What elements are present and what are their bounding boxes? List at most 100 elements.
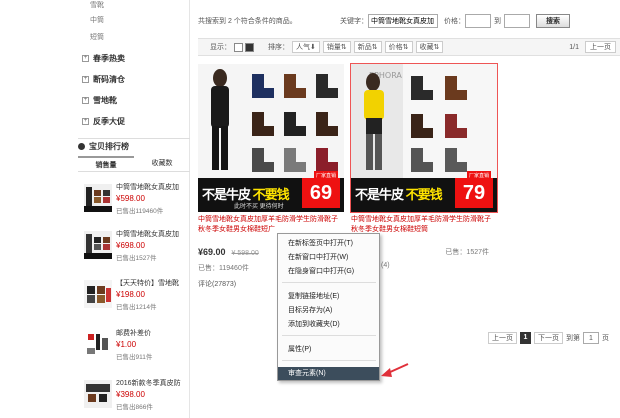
rank-item[interactable]: 【天天特价】雪地靴 ¥198.00 已售出1214件: [84, 276, 190, 320]
list-view-icon[interactable]: [234, 42, 243, 52]
product-image[interactable]: 不是牛皮 不要钱 此时不买 更待何时 厂家直销 69: [198, 64, 344, 212]
product-image[interactable]: EPHORA 不是牛皮 不要钱 厂家直销 79: [350, 63, 498, 213]
category-spring-sale[interactable]: + 春季热卖: [82, 53, 125, 64]
banner-text-a: 不是牛皮: [355, 187, 404, 202]
sort-arrows-icon: ⇅: [433, 44, 440, 51]
sort-popularity-button[interactable]: 人气⬇: [292, 41, 320, 53]
rank-item[interactable]: 2016新款冬季真皮防 ¥398.00 已售出866件: [84, 376, 190, 418]
menu-separator: [282, 335, 376, 336]
sort-favorites-button[interactable]: 收藏⇅: [415, 41, 444, 53]
banner-text: 不是牛皮 不要钱: [355, 184, 443, 203]
result-summary: 共搜索到 2 个符合条件的商品。: [198, 18, 297, 25]
keyword-label: 关键字：: [340, 18, 368, 25]
rank-item[interactable]: 中筒雪地靴女真皮加 ¥598.00 已售出119460件: [84, 180, 190, 224]
product-thumbnail[interactable]: [84, 280, 112, 308]
banner-text-a: 不是牛皮: [202, 187, 251, 202]
banner-text-b: 不要钱: [405, 187, 443, 202]
sort-new-button[interactable]: 新品⇅: [353, 41, 382, 53]
category-clearance[interactable]: + 断码清仓: [82, 74, 125, 85]
original-price: ¥ 598.00: [231, 250, 259, 257]
menu-add-favorite[interactable]: 添加到收藏夹(D): [278, 318, 379, 331]
product-title[interactable]: 中筒雪地靴女真皮加厚羊毛防滑学生防滑靴子秋冬季女鞋男女棉鞋短广: [198, 215, 344, 235]
menu-save-target[interactable]: 目标另存为(A): [278, 304, 379, 317]
menu-properties[interactable]: 属性(P): [278, 343, 379, 356]
expand-icon[interactable]: +: [82, 118, 89, 125]
prev-page-button[interactable]: 上一页: [488, 332, 517, 344]
price-max-input[interactable]: [504, 14, 530, 28]
sort-sales-button[interactable]: 销量⇅: [322, 41, 351, 53]
display-label: 显示：: [210, 44, 231, 51]
search-button[interactable]: 搜索: [536, 14, 570, 28]
sort-price-button[interactable]: 价格⇅: [384, 41, 413, 53]
menu-separator: [282, 282, 376, 283]
rank-item-name[interactable]: 【天天特价】雪地靴: [116, 278, 190, 288]
rank-item-name[interactable]: 中筒雪地靴女真皮加: [116, 182, 190, 192]
tab-sales[interactable]: 销售量: [78, 156, 134, 171]
sort-label: 排序：: [268, 44, 289, 51]
sidebar-subitem-3[interactable]: 短筒: [90, 32, 104, 42]
category-label: 反季大促: [93, 117, 125, 126]
sort-bar: 显示： 排序： 人气⬇ 销量⇅ 新品⇅ 价格⇅ 收藏⇅ 1/1 上一页: [198, 38, 620, 56]
price-min-input[interactable]: [465, 14, 491, 28]
rank-item[interactable]: 邮费补差价 ¥1.00 已售出911件: [84, 326, 190, 370]
category-snow-boots[interactable]: + 雪地靴: [82, 95, 117, 106]
left-sidebar: 雪靴 中筒 短筒 + 春季热卖 + 断码清仓 + 雪地靴 + 反季大促 宝贝排行…: [0, 0, 190, 418]
product-thumbnail[interactable]: [84, 231, 112, 259]
product-title[interactable]: 中筒雪地靴女真皮加厚羊毛防滑学生防滑靴子秋冬季女鞋男女棉鞋短筒: [351, 215, 497, 235]
prev-page-button[interactable]: 上一页: [585, 41, 616, 53]
category-label: 雪地靴: [93, 96, 117, 105]
sort-favorites-label: 收藏: [419, 44, 434, 51]
rank-item[interactable]: 中筒雪地靴女真皮加 ¥698.00 已售出1527件: [84, 227, 190, 271]
rank-tabs: 销售量 收藏数: [78, 156, 190, 172]
menu-copy-link[interactable]: 复制链接地址(E): [278, 290, 379, 303]
product-photo: [198, 64, 344, 178]
sort-arrows-icon: ⇅: [402, 44, 409, 51]
rank-item-name[interactable]: 2016新款冬季真皮防: [116, 378, 190, 388]
expand-icon[interactable]: +: [82, 76, 89, 83]
menu-open-new-tab[interactable]: 在新标签页中打开(T): [278, 237, 379, 250]
tab-favorites[interactable]: 收藏数: [134, 156, 190, 171]
next-page-button[interactable]: 下一页: [534, 332, 563, 344]
keyword-input[interactable]: 中筒雪地靴女真皮加: [368, 14, 438, 28]
menu-open-incognito[interactable]: 在隐身窗口中打开(G): [278, 265, 379, 278]
product-thumbnail[interactable]: [84, 380, 112, 408]
banner-subtext: 此时不买 更待何时: [234, 204, 284, 210]
sort-arrows-icon: ⇅: [340, 44, 347, 51]
goto-label: 到第: [566, 335, 580, 342]
product-thumbnail[interactable]: [84, 184, 112, 212]
page-unit-label: 页: [602, 335, 609, 342]
rank-item-price: ¥198.00: [116, 290, 145, 299]
annotation-arrow-icon: [381, 363, 409, 377]
rank-item-name[interactable]: 邮费补差价: [116, 328, 190, 338]
rank-header: 宝贝排行榜: [78, 138, 190, 154]
rank-item-sold: 已售出119460件: [116, 208, 164, 215]
menu-inspect-element[interactable]: 审查元素(N): [278, 367, 379, 380]
sort-sales-label: 销量: [326, 44, 341, 51]
page-number-input[interactable]: 1: [583, 332, 599, 344]
sort-price-label: 价格: [388, 44, 403, 51]
category-label: 春季热卖: [93, 54, 125, 63]
context-menu: 在新标签页中打开(T) 在新窗口中打开(W) 在隐身窗口中打开(G) 复制链接地…: [277, 233, 380, 381]
current-page: 1: [520, 332, 531, 344]
sort-desc-icon: ⬇: [310, 44, 316, 51]
rank-item-price: ¥598.00: [116, 194, 145, 203]
rank-item-price: ¥398.00: [116, 390, 145, 399]
price-to-label: 到: [494, 18, 501, 25]
menu-open-new-window[interactable]: 在新窗口中打开(W): [278, 251, 379, 264]
product-thumbnail[interactable]: [84, 330, 112, 358]
category-label: 断码清仓: [93, 75, 125, 84]
page-info: 1/1: [569, 43, 579, 51]
sidebar-subitem-1[interactable]: 雪靴: [90, 0, 104, 10]
expand-icon[interactable]: +: [82, 55, 89, 62]
rank-item-price: ¥698.00: [116, 241, 145, 250]
rank-item-sold: 已售出866件: [116, 404, 153, 411]
rank-item-name[interactable]: 中筒雪地靴女真皮加: [116, 229, 190, 239]
rank-item-sold: 已售出911件: [116, 354, 153, 361]
sidebar-subitem-2[interactable]: 中筒: [90, 15, 104, 25]
search-bar: 共搜索到 2 个符合条件的商品。 关键字： 中筒雪地靴女真皮加 价格： 到 搜索: [198, 10, 620, 32]
expand-icon[interactable]: +: [82, 97, 89, 104]
sort-arrows-icon: ⇅: [371, 44, 378, 51]
category-off-season[interactable]: + 反季大促: [82, 116, 125, 127]
product-photo: EPHORA: [351, 64, 497, 178]
grid-view-icon[interactable]: [245, 42, 254, 52]
